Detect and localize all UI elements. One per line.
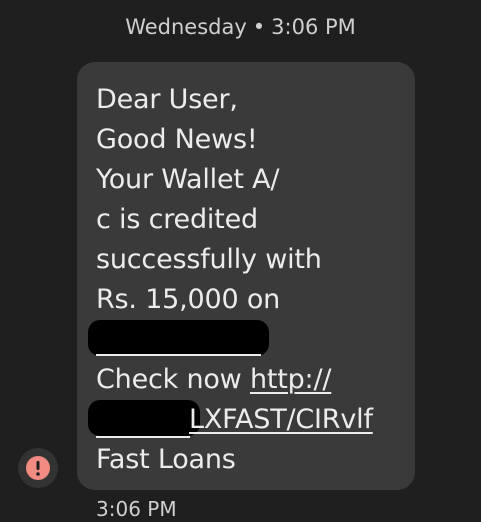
message-line: successfully with: [96, 244, 322, 275]
date-time: 3:06 PM: [271, 15, 356, 39]
link-underline: [96, 354, 261, 356]
date-header: Wednesday • 3:06 PM: [0, 12, 481, 42]
message-timestamp: 3:06 PM: [96, 497, 177, 521]
date-separator: •: [252, 15, 266, 39]
redacted-block: [88, 320, 269, 356]
conversation-screen: Wednesday • 3:06 PM Dear User, Good News! …: [0, 0, 481, 522]
message-line: Your Wallet A/: [96, 164, 280, 195]
error-icon[interactable]: [18, 448, 58, 488]
redacted-link-block: [88, 400, 200, 436]
message-line: Good News!: [96, 124, 258, 155]
message-line: LXFAST/CIRvlf: [189, 400, 373, 440]
date-day: Wednesday: [125, 15, 247, 39]
link-underline: [96, 436, 190, 438]
message-line: Dear User,: [96, 84, 238, 115]
message-text: Check now: [96, 364, 250, 395]
message-line: c is credited: [96, 204, 258, 235]
message-line: Check now http://: [96, 360, 331, 400]
exclamation-icon: [26, 456, 50, 480]
message-line: Rs. 15,000 on: [96, 284, 281, 315]
message-bubble[interactable]: Dear User, Good News! Your Wallet A/ c i…: [77, 62, 415, 490]
message-line: Fast Loans: [96, 444, 236, 475]
message-link-tail[interactable]: LXFAST/CIRvlf: [189, 404, 373, 435]
message-link[interactable]: http://: [250, 364, 332, 395]
